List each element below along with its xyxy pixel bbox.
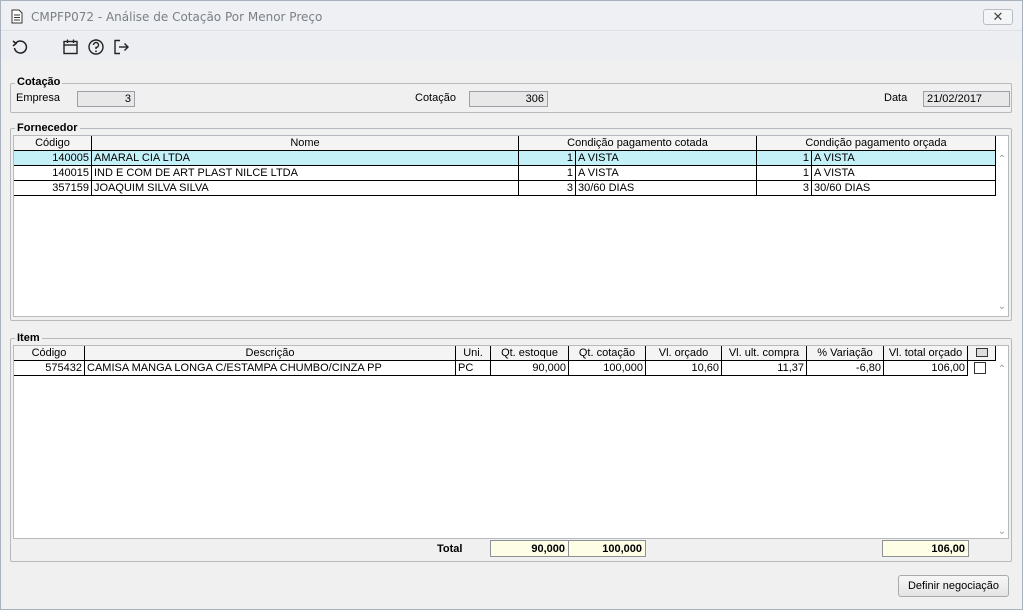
- select-all-checkbox[interactable]: [975, 348, 988, 357]
- cell-orc-desc: A VISTA: [812, 151, 996, 166]
- definir-negociacao-button[interactable]: Definir negociação: [898, 575, 1009, 597]
- empresa-label: Empresa: [16, 92, 61, 104]
- data-label: Data: [884, 92, 908, 104]
- cell-vl-ult-compra: 11,37: [722, 361, 807, 376]
- main-window: CMPFP072 - Análise de Cotação Por Menor …: [0, 0, 1023, 610]
- cell-nome: JOAQUIM SILVA SILVA: [92, 181, 519, 196]
- refresh-icon[interactable]: [11, 38, 29, 56]
- close-button[interactable]: ✕: [983, 9, 1013, 25]
- cotacao-field[interactable]: 306: [469, 91, 548, 107]
- cell-cot-desc: 30/60 DIAS: [576, 181, 757, 196]
- total-qt-estoque: 90,000: [490, 540, 569, 557]
- title-bar: CMPFP072 - Análise de Cotação Por Menor …: [1, 1, 1022, 31]
- cell-descricao: CAMISA MANGA LONGA C/ESTAMPA CHUMBO/CINZ…: [85, 361, 456, 376]
- scroll-down-icon[interactable]: ⌄: [997, 527, 1007, 537]
- cell-variacao: -6,80: [807, 361, 884, 376]
- cell-nome: IND E COM DE ART PLAST NILCE LTDA: [92, 166, 519, 181]
- calendar-icon[interactable]: [62, 38, 80, 56]
- col-cond-cotada[interactable]: Condição pagamento cotada: [519, 136, 757, 151]
- cell-cot-num: 3: [519, 181, 576, 196]
- item-legend: Item: [15, 332, 42, 344]
- cotacao-label: Cotação: [415, 92, 456, 104]
- col-vl-orcado[interactable]: Vl. orçado: [646, 346, 722, 361]
- col-descricao[interactable]: Descrição: [85, 346, 456, 361]
- scroll-down-icon[interactable]: ⌄: [997, 302, 1007, 312]
- row-checkbox[interactable]: [974, 362, 986, 374]
- total-qt-cotacao: 100,000: [568, 540, 646, 557]
- cotacao-legend: Cotação: [15, 76, 63, 88]
- cell-orc-desc: 30/60 DIAS: [812, 181, 996, 196]
- col-codigo[interactable]: Código: [14, 346, 85, 361]
- scroll-up-icon[interactable]: ⌃: [997, 155, 1007, 165]
- col-nome[interactable]: Nome: [92, 136, 519, 151]
- cell-orc-num: 3: [757, 181, 812, 196]
- cell-codigo: 357159: [14, 181, 92, 196]
- cell-vl-orcado: 10,60: [646, 361, 722, 376]
- cell-orc-num: 1: [757, 151, 812, 166]
- col-vl-ult-compra[interactable]: Vl. ult. compra: [722, 346, 807, 361]
- col-uni[interactable]: Uni.: [456, 346, 491, 361]
- cell-cot-num: 1: [519, 166, 576, 181]
- col-variacao[interactable]: % Variação: [807, 346, 884, 361]
- col-qt-estoque[interactable]: Qt. estoque: [491, 346, 569, 361]
- col-qt-cotacao[interactable]: Qt. cotação: [569, 346, 646, 361]
- cell-orc-desc: A VISTA: [812, 166, 996, 181]
- cell-vl-total-orcado: 106,00: [884, 361, 968, 376]
- cell-uni: PC: [456, 361, 491, 376]
- cell-cot-desc: A VISTA: [576, 166, 757, 181]
- cell-cot-num: 1: [519, 151, 576, 166]
- cell-qt-cotacao: 100,000: [569, 361, 646, 376]
- toolbar: [1, 32, 1022, 60]
- close-icon: ✕: [992, 9, 1004, 24]
- window-title: CMPFP072 - Análise de Cotação Por Menor …: [31, 10, 323, 24]
- cell-cot-desc: A VISTA: [576, 151, 757, 166]
- cell-nome: AMARAL CIA LTDA: [92, 151, 519, 166]
- fornecedor-legend: Fornecedor: [15, 122, 80, 134]
- exit-icon[interactable]: [112, 38, 130, 56]
- col-select-all[interactable]: [968, 346, 996, 361]
- col-vl-total-orcado[interactable]: Vl. total orçado: [884, 346, 968, 361]
- empresa-field[interactable]: 3: [77, 91, 135, 107]
- cell-codigo: 140015: [14, 166, 92, 181]
- help-icon[interactable]: [87, 38, 105, 56]
- total-vl-total-orcado: 106,00: [882, 540, 969, 557]
- col-codigo[interactable]: Código: [14, 136, 92, 151]
- total-label: Total: [437, 543, 463, 555]
- col-cond-orcada[interactable]: Condição pagamento orçada: [757, 136, 996, 151]
- cell-codigo: 140005: [14, 151, 92, 166]
- scroll-up-icon[interactable]: ⌃: [997, 365, 1007, 375]
- cell-qt-estoque: 90,000: [491, 361, 569, 376]
- document-icon: [11, 9, 23, 24]
- data-field[interactable]: 21/02/2017: [923, 91, 1010, 107]
- cell-codigo: 575432: [14, 361, 85, 376]
- cell-orc-num: 1: [757, 166, 812, 181]
